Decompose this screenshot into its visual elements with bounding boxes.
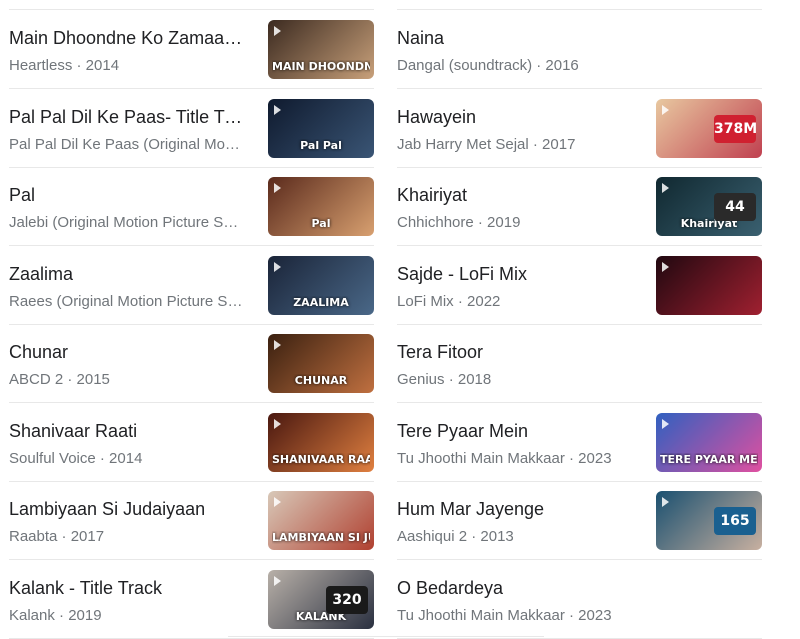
video-thumbnail[interactable]: TERE PYAAR MEIN xyxy=(656,412,762,472)
play-icon xyxy=(274,183,281,193)
song-title[interactable]: Shanivaar Raati xyxy=(9,421,244,442)
video-thumbnail[interactable]: LAMBIYAAN SI JUDAIYAAN xyxy=(268,491,374,550)
thumbnail-caption: Pal xyxy=(311,217,331,230)
song-title[interactable]: Chunar xyxy=(9,342,244,363)
song-title[interactable]: Sajde - LoFi Mix xyxy=(397,264,632,285)
play-icon xyxy=(662,497,669,507)
play-icon xyxy=(662,418,669,429)
song-album-year: Dangal (soundtrack) · 2016 xyxy=(397,57,579,74)
views-badge: 378M xyxy=(714,114,757,143)
song-list-item[interactable]: Lambiyaan Si Judaiyaan Raabta · 2017 LAMBI… xyxy=(9,481,374,560)
video-thumbnail[interactable]: Khairiyat 44 xyxy=(656,177,762,236)
song-list-item[interactable]: Tere Pyaar Mein Tu Jhoothi Main Makkaar ·… xyxy=(397,403,762,482)
views-badge: 44 xyxy=(714,193,756,221)
play-icon xyxy=(662,261,669,272)
video-thumbnail[interactable]: 165 xyxy=(656,491,762,550)
views-badge: 320 xyxy=(326,585,368,614)
song-list-item[interactable]: Khairiyat Chhichhore · 2019 Khairiyat 44 xyxy=(397,167,762,246)
song-album-year: Soulful Voice · 2014 xyxy=(9,449,143,467)
song-album-year: Tu Jhoothi Main Makkaar · 2023 xyxy=(397,449,612,467)
video-thumbnail[interactable]: 378M xyxy=(656,98,762,158)
song-title[interactable]: Lambiyaan Si Judaiyaan xyxy=(9,499,244,520)
song-title[interactable]: Naina xyxy=(397,28,757,49)
song-list-item[interactable]: Hawayein Jab Harry Met Sejal · 2017 378M xyxy=(397,89,762,168)
thumbnail-caption: ZAALIMA xyxy=(293,295,349,309)
video-thumbnail[interactable]: ZAALIMA xyxy=(268,255,374,315)
song-title[interactable]: Zaalima xyxy=(9,264,244,285)
play-icon xyxy=(662,183,669,193)
thumbnail-caption: Pal Pal xyxy=(300,138,342,152)
play-icon xyxy=(274,104,281,115)
song-album-year: LoFi Mix · 2022 xyxy=(397,292,501,310)
video-thumbnail[interactable]: KALANK 320 xyxy=(268,569,374,629)
song-list-item[interactable]: Pal Pal Dil Ke Paas- Title Track Pal Pal … xyxy=(9,89,374,168)
song-album-year: Aashiqui 2 · 2013 xyxy=(397,528,514,545)
song-album-year: Raees (Original Motion Picture Soundtrac… xyxy=(9,292,244,310)
song-album-year: Raabta · 2017 xyxy=(9,528,105,545)
thumbnail-caption: LAMBIYAAN SI JUDAIYAAN xyxy=(272,531,370,544)
song-title[interactable]: Hawayein xyxy=(397,107,632,128)
thumbnail-caption: SHANIVAAR RAATI xyxy=(272,452,370,466)
video-thumbnail[interactable] xyxy=(656,255,762,315)
song-album-year: Tu Jhoothi Main Makkaar · 2023 xyxy=(397,606,612,624)
video-thumbnail[interactable]: Pal Pal xyxy=(268,98,374,158)
video-thumbnail[interactable]: CHUNAR xyxy=(268,334,374,393)
song-list-item[interactable]: Zaalima Raees (Original Motion Picture So… xyxy=(9,246,374,325)
song-list-item[interactable]: Main Dhoondne Ko Zamaane Mein Heartless ·… xyxy=(9,10,374,89)
play-icon xyxy=(662,104,669,115)
song-album-year: Jab Harry Met Sejal · 2017 xyxy=(397,135,576,153)
video-thumbnail[interactable]: MAIN DHOONDNE KO ZAMAANE MEIN xyxy=(268,20,374,79)
song-title[interactable]: Khairiyat xyxy=(397,185,632,206)
play-icon xyxy=(274,575,281,586)
list-bottom-divider xyxy=(228,636,544,637)
views-badge: 165 xyxy=(714,507,756,535)
song-list-item[interactable]: Sajde - LoFi Mix LoFi Mix · 2022 xyxy=(397,246,762,325)
play-icon xyxy=(274,497,281,507)
song-list-item[interactable]: Pal Jalebi (Original Motion Picture Sound… xyxy=(9,167,374,246)
song-title[interactable]: Main Dhoondne Ko Zamaane Mein xyxy=(9,28,244,49)
song-list-item[interactable]: Kalank - Title Track Kalank · 2019 KALANK 3… xyxy=(9,560,374,639)
song-list-item[interactable]: Chunar ABCD 2 · 2015 CHUNAR xyxy=(9,324,374,403)
video-thumbnail[interactable]: Pal xyxy=(268,177,374,236)
video-thumbnail[interactable]: SHANIVAAR RAATI xyxy=(268,412,374,472)
song-list-item[interactable]: Naina Dangal (soundtrack) · 2016 xyxy=(397,10,762,89)
song-list-item[interactable]: Tera Fitoor Genius · 2018 xyxy=(397,324,762,403)
song-title[interactable]: Pal Pal Dil Ke Paas- Title Track xyxy=(9,107,244,128)
song-title[interactable]: Tere Pyaar Mein xyxy=(397,421,632,442)
song-album-year: ABCD 2 · 2015 xyxy=(9,371,110,388)
song-title[interactable]: O Bedardeya xyxy=(397,578,757,599)
song-album-year: Pal Pal Dil Ke Paas (Original Motion Pic… xyxy=(9,135,244,153)
thumbnail-caption: CHUNAR xyxy=(294,374,348,387)
song-title[interactable]: Tera Fitoor xyxy=(397,342,757,363)
song-album-year: Jalebi (Original Motion Picture Soundtra… xyxy=(9,214,244,231)
song-title[interactable]: Kalank - Title Track xyxy=(9,578,244,599)
song-album-year: Kalank · 2019 xyxy=(9,606,102,624)
thumbnail-caption: TERE PYAAR MEIN xyxy=(660,452,758,466)
song-title[interactable]: Pal xyxy=(9,185,244,206)
play-icon xyxy=(274,418,281,429)
play-icon xyxy=(274,26,281,36)
thumbnail-caption: MAIN DHOONDNE KO ZAMAANE MEIN xyxy=(272,60,370,73)
song-list-item[interactable]: Shanivaar Raati Soulful Voice · 2014 SHANI… xyxy=(9,403,374,482)
song-album-year: Heartless · 2014 xyxy=(9,57,120,74)
song-album-year: Chhichhore · 2019 xyxy=(397,214,521,231)
song-title[interactable]: Hum Mar Jayenge xyxy=(397,499,632,520)
song-album-year: Genius · 2018 xyxy=(397,371,492,388)
play-icon xyxy=(274,340,281,350)
play-icon xyxy=(274,261,281,272)
song-list-item[interactable]: Hum Mar Jayenge Aashiqui 2 · 2013 165 xyxy=(397,481,762,560)
song-list-item[interactable]: O Bedardeya Tu Jhoothi Main Makkaar · 202… xyxy=(397,560,762,639)
